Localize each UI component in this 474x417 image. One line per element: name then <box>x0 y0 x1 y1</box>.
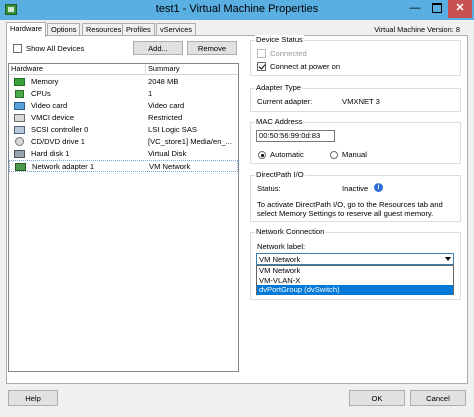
show-all-devices-label: Show All Devices <box>26 44 85 53</box>
chevron-down-icon[interactable] <box>445 257 451 261</box>
adapter-type-title: Adapter Type <box>255 83 303 92</box>
network-option-highlighted[interactable]: dvPortGroup (dvSwitch) <box>257 285 453 295</box>
network-label-select[interactable]: VM Network <box>256 253 454 265</box>
info-icon[interactable]: i <box>374 183 383 192</box>
hardware-row-summary: 2048 MB <box>148 77 179 86</box>
connected-checkbox[interactable] <box>257 49 266 58</box>
cancel-button[interactable]: Cancel <box>410 390 466 406</box>
hardware-row[interactable]: Hard disk 1 Virtual Disk <box>9 148 238 160</box>
hardware-row-name: CPUs <box>31 89 51 98</box>
current-adapter-value: VMXNET 3 <box>342 97 380 106</box>
close-icon: ✕ <box>455 2 465 14</box>
column-hardware[interactable]: Hardware <box>9 64 146 74</box>
mac-automatic-label: Automatic <box>270 150 304 159</box>
connect-at-power-on-checkbox[interactable] <box>257 62 266 71</box>
directpath-status-label: Status: <box>257 184 281 193</box>
hardware-row-selected[interactable]: Network adapter 1 VM Network <box>9 160 238 172</box>
properties-window: test1 - Virtual Machine Properties — ✕ H… <box>0 0 474 417</box>
network-label-dropdown[interactable]: VM Network VM-VLAN-X dvPortGroup (dvSwit… <box>256 265 454 295</box>
hardware-row[interactable]: Video card Video card <box>9 100 238 112</box>
hardware-row-name: Network adapter 1 <box>32 162 95 171</box>
mac-manual-label: Manual <box>342 150 367 159</box>
mac-automatic-radio[interactable] <box>258 151 266 159</box>
mac-manual-radio[interactable] <box>330 151 338 159</box>
mac-address-field[interactable]: 00:50:56:99:0d:83 <box>256 130 335 142</box>
cpu-icon <box>15 90 24 98</box>
memory-icon <box>14 78 25 86</box>
hardware-list-header: Hardware Summary <box>9 64 238 75</box>
hardware-list[interactable]: Hardware Summary Memory 2048 MB CPUs 1 V… <box>8 63 239 372</box>
connected-label: Connected <box>270 49 307 58</box>
network-option[interactable]: VM-VLAN-X <box>257 276 453 286</box>
current-adapter-label: Current adapter: <box>257 97 313 106</box>
hardware-row-name: VMCI device <box>31 113 75 122</box>
maximize-button[interactable] <box>426 0 448 18</box>
add-button[interactable]: Add... <box>133 41 183 55</box>
mac-address-title: MAC Address <box>255 117 304 126</box>
device-status-title: Device Status <box>255 35 304 44</box>
title-bar[interactable]: test1 - Virtual Machine Properties — ✕ <box>0 0 474 20</box>
minimize-icon: — <box>409 2 421 14</box>
hardware-row-name: Video card <box>31 101 68 110</box>
hard-disk-icon <box>14 150 25 158</box>
hardware-row-summary: VM Network <box>149 162 191 171</box>
help-button[interactable]: Help <box>8 390 58 406</box>
connect-at-power-on-label: Connect at power on <box>270 62 341 71</box>
hardware-row-summary: LSI Logic SAS <box>148 125 197 134</box>
remove-button[interactable]: Remove <box>187 41 237 55</box>
hardware-row-name: CD/DVD drive 1 <box>31 137 86 146</box>
network-adapter-icon <box>15 163 26 171</box>
directpath-status-value: Inactive <box>342 184 369 193</box>
column-summary[interactable]: Summary <box>146 64 238 74</box>
ok-button[interactable]: OK <box>349 390 405 406</box>
show-all-devices-checkbox[interactable] <box>13 44 22 53</box>
hardware-row[interactable]: CD/DVD drive 1 [VC_store1] Media/en_... <box>9 136 238 148</box>
directpath-title: DirectPath I/O <box>255 170 305 179</box>
maximize-icon <box>432 3 442 14</box>
vmci-device-icon <box>14 114 25 122</box>
directpath-note-line1: To activate DirectPath I/O, go to the Re… <box>257 200 443 209</box>
window-title: test1 - Virtual Machine Properties <box>155 3 319 15</box>
hardware-row-summary: Virtual Disk <box>148 149 187 158</box>
hardware-row[interactable]: CPUs 1 <box>9 88 238 100</box>
hardware-row-name: Hard disk 1 <box>31 149 70 158</box>
close-button[interactable]: ✕ <box>448 0 472 18</box>
directpath-note-line2: select Memory Settings to reserve all gu… <box>257 209 434 218</box>
hardware-row-summary: Video card <box>148 101 185 110</box>
network-option[interactable]: VM Network <box>257 266 453 276</box>
hardware-row-name: Memory <box>31 77 59 86</box>
hardware-row-summary: Restricted <box>148 113 183 122</box>
network-connection-title: Network Connection <box>255 227 326 236</box>
hardware-row-summary: 1 <box>148 89 153 98</box>
tab-hardware[interactable]: Hardware <box>6 22 47 37</box>
hardware-row[interactable]: SCSI controller 0 LSI Logic SAS <box>9 124 238 136</box>
hardware-row[interactable]: VMCI device Restricted <box>9 112 238 124</box>
network-label-caption: Network label: <box>257 242 306 251</box>
network-label-select-value: VM Network <box>259 255 301 264</box>
video-card-icon <box>14 102 25 110</box>
scsi-controller-icon <box>14 126 25 134</box>
minimize-button[interactable]: — <box>404 0 426 18</box>
hardware-row-name: SCSI controller 0 <box>31 125 89 134</box>
hardware-row-summary: [VC_store1] Media/en_... <box>148 137 232 146</box>
vm-version-label: Virtual Machine Version: 8 <box>374 25 460 34</box>
cd-dvd-icon <box>15 137 24 146</box>
hardware-row[interactable]: Memory 2048 MB <box>9 76 238 88</box>
